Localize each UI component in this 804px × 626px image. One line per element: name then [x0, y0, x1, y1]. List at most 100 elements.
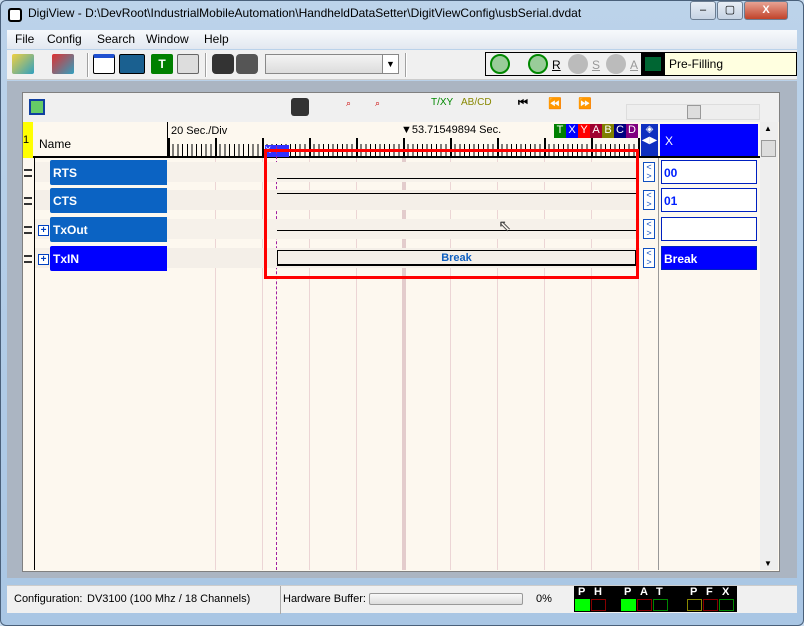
expand-arrows-icon[interactable]: < > [643, 219, 655, 239]
led-indicator [621, 599, 636, 611]
buffer-progress [369, 593, 523, 605]
expand-arrows-icon[interactable]: < > [643, 162, 655, 182]
zoom-slider[interactable] [626, 104, 760, 120]
config-value: DV3100 (100 Mhz / 18 Channels) [87, 593, 251, 605]
zoom-in-out-icon[interactable]: ⌕ [375, 98, 393, 116]
menu-help[interactable]: Help [204, 32, 229, 46]
led-indicator [703, 599, 718, 611]
marker-b[interactable]: B [602, 124, 614, 138]
txy-icon[interactable]: T/XY [431, 97, 453, 108]
channel-value [661, 217, 757, 241]
vertical-scrollbar[interactable]: ▲ ▼ [760, 122, 778, 570]
led-indicator [653, 599, 668, 611]
app-icon [8, 8, 22, 22]
capture-icon[interactable] [212, 54, 234, 74]
channel-name-txout[interactable]: TxOut [50, 217, 167, 242]
marker-d[interactable]: D [626, 124, 638, 138]
led-indicator [591, 599, 606, 611]
scroll-up-icon[interactable]: ▲ [764, 124, 772, 133]
window-title: DigiView - D:\DevRoot\IndustrialMobileAu… [28, 6, 582, 20]
close-button[interactable]: X [744, 1, 788, 20]
channel-name-cts[interactable]: CTS [50, 188, 167, 213]
channel-name-rts[interactable]: RTS [50, 160, 167, 185]
buffer-percent: 0% [536, 593, 552, 605]
major-tick [215, 138, 217, 156]
separator [405, 53, 407, 77]
value-column-header[interactable]: X [660, 124, 758, 156]
capture-combo[interactable]: ▼ [265, 54, 399, 74]
buffer-label: Hardware Buffer: [283, 593, 366, 605]
capture-status: Pre-Filling [665, 53, 796, 75]
marker-y[interactable]: Y [578, 124, 590, 138]
column-resize-icon[interactable]: ◈ ◀▶ [641, 124, 658, 156]
marker-c[interactable]: C [614, 124, 626, 138]
expand-icon[interactable]: + [38, 225, 49, 236]
save-icon[interactable] [52, 54, 74, 74]
led-label: A [640, 586, 648, 598]
drag-handle-icon[interactable] [24, 169, 32, 177]
run-panel: R S A Pre-Filling [485, 52, 797, 76]
drag-handle-icon[interactable] [24, 226, 32, 234]
minimize-button[interactable]: – [690, 1, 716, 20]
status-bar: Configuration: DV3100 (100 Mhz / 18 Chan… [7, 585, 797, 614]
scroll-thumb[interactable] [761, 140, 776, 157]
major-tick [168, 138, 170, 156]
scroll-down-icon[interactable]: ▼ [764, 559, 772, 568]
goto-next-icon[interactable]: ⏩ [578, 97, 592, 110]
settings-icon[interactable] [177, 54, 199, 74]
marker-x[interactable]: X [566, 124, 578, 138]
abort-icon [606, 54, 626, 74]
marker-t[interactable]: T [554, 124, 566, 138]
cursor-time-value: 53.71549894 Sec. [411, 124, 502, 136]
slider-thumb[interactable] [687, 105, 701, 119]
channel-name-txin[interactable]: TxIN [50, 246, 167, 271]
expand-icon[interactable]: + [38, 254, 49, 265]
chevron-down-icon[interactable]: ▼ [382, 55, 398, 73]
run-repeat-icon[interactable] [490, 54, 510, 74]
led-label: T [656, 586, 663, 598]
abcd-icon[interactable]: AB/CD [461, 97, 492, 108]
run-label: R [552, 58, 561, 72]
menu-file[interactable]: File [15, 32, 34, 46]
open-icon[interactable] [12, 54, 34, 74]
separator [205, 53, 207, 77]
time-per-div: 20 Sec./Div [171, 125, 228, 137]
capture-icon[interactable] [291, 98, 309, 116]
toolbar: T ▼ R S A Pre-Filling [7, 50, 797, 80]
waveform-icon[interactable] [119, 54, 145, 74]
led-indicator [687, 599, 702, 611]
menu-bar: File Config Search Window Help [7, 30, 797, 49]
channel-value: 01 [661, 188, 757, 212]
led-label: P [624, 586, 632, 598]
goto-start-icon[interactable]: ⏮ [518, 97, 528, 110]
marker-a[interactable]: A [590, 124, 602, 138]
zoom-edge-icon[interactable]: ⌕ [346, 98, 364, 116]
menu-config[interactable]: Config [47, 32, 82, 46]
capture-settings-icon[interactable] [236, 54, 258, 74]
drag-handle-icon[interactable] [24, 255, 32, 263]
led-label: F [706, 586, 713, 598]
drag-handle-icon[interactable] [24, 197, 32, 205]
expand-arrows-icon[interactable]: < > [643, 248, 655, 268]
separator [87, 53, 89, 77]
led-label: P [690, 586, 698, 598]
menu-window[interactable]: Window [146, 32, 189, 46]
window-icon[interactable] [93, 54, 115, 74]
name-column-header[interactable]: Name [39, 137, 71, 151]
status-leds: PHPATPFX [574, 586, 737, 612]
menu-search[interactable]: Search [97, 32, 135, 46]
run-icon[interactable] [528, 54, 548, 74]
row-gutter [23, 158, 34, 570]
led-indicator [637, 599, 652, 611]
text-icon[interactable]: T [151, 54, 173, 74]
stop-icon [568, 54, 588, 74]
maximize-button[interactable]: ▢ [717, 1, 743, 20]
window-toggle-icon[interactable] [29, 99, 45, 115]
abort-label: A [630, 58, 639, 72]
highlight-box [264, 149, 639, 279]
goto-marker-icon[interactable]: ⏪ [548, 97, 562, 110]
led-indicator [719, 599, 734, 611]
channel-value: Break [661, 246, 757, 270]
led-label: P [578, 586, 586, 598]
expand-arrows-icon[interactable]: < > [643, 190, 655, 210]
